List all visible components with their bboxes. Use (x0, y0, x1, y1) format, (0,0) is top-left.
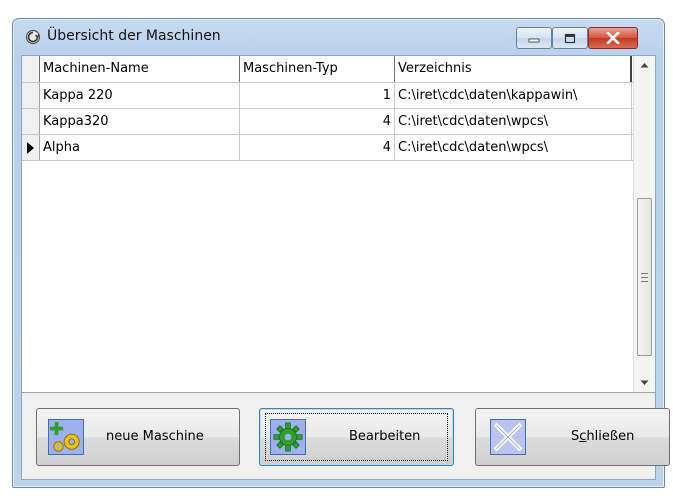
close-x-icon (490, 419, 526, 455)
cell-machine-type[interactable]: 4 (240, 135, 395, 160)
scroll-down-arrow-icon (640, 380, 649, 385)
maximize-icon (564, 33, 576, 43)
cell-machine-name[interactable]: Kappa320 (40, 109, 240, 134)
header-indicator-cell (22, 56, 40, 82)
vertical-scrollbar[interactable] (633, 56, 655, 392)
title-bar[interactable]: Übersicht der Maschinen (13, 19, 664, 55)
new-machine-button[interactable]: neue Maschine (36, 408, 240, 466)
column-header-name[interactable]: Machinen-Name (40, 56, 240, 82)
add-gears-icon (48, 419, 84, 455)
app-cycle-icon (25, 29, 41, 45)
scroll-down-button[interactable] (634, 374, 655, 392)
minimize-button[interactable] (516, 27, 552, 49)
cell-machine-name[interactable]: Kappa 220 (40, 83, 240, 108)
close-label-end: hließen (586, 429, 635, 444)
client-area: Machinen-Name Maschinen-Typ Verzeichnis … (21, 55, 670, 480)
cell-machine-name[interactable]: Alpha (40, 135, 240, 160)
machines-grid-panel: Machinen-Name Maschinen-Typ Verzeichnis … (22, 56, 655, 393)
scrollbar-grip-icon (641, 272, 648, 282)
minimize-icon (528, 38, 540, 43)
window-title: Übersicht der Maschinen (47, 28, 221, 44)
close-window-button[interactable] (588, 27, 638, 49)
machines-grid[interactable]: Machinen-Name Maschinen-Typ Verzeichnis … (22, 56, 634, 161)
focus-rectangle (265, 413, 448, 461)
row-indicator[interactable] (22, 109, 40, 134)
scroll-up-arrow-icon (640, 63, 649, 68)
table-row[interactable]: Kappa 220 1 C:\iret\cdc\daten\kappawin\ (22, 83, 634, 109)
cell-directory[interactable]: C:\iret\cdc\daten\wpcs\ (395, 135, 632, 160)
column-header-type[interactable]: Maschinen-Typ (240, 56, 395, 82)
close-icon (606, 32, 620, 44)
machines-overview-window: Übersicht der Maschinen Machinen-Name Ma… (12, 18, 670, 488)
grid-header-row: Machinen-Name Maschinen-Typ Verzeichnis (22, 56, 634, 83)
close-button[interactable]: Schließen (475, 408, 670, 466)
row-indicator-current[interactable] (22, 135, 40, 160)
table-row[interactable]: Alpha 4 C:\iret\cdc\daten\wpcs\ (22, 135, 634, 161)
scrollbar-thumb[interactable] (637, 198, 652, 356)
column-header-directory[interactable]: Verzeichnis (395, 56, 632, 82)
scroll-up-button[interactable] (634, 56, 655, 74)
cell-machine-type[interactable]: 1 (240, 83, 395, 108)
edit-button[interactable]: Bearbeiten (259, 408, 454, 466)
cell-directory[interactable]: C:\iret\cdc\daten\kappawin\ (395, 83, 632, 108)
cell-directory[interactable]: C:\iret\cdc\daten\wpcs\ (395, 109, 632, 134)
new-machine-label: neue Maschine (106, 429, 204, 444)
close-label: Schließen (571, 429, 634, 444)
table-row[interactable]: Kappa320 4 C:\iret\cdc\daten\wpcs\ (22, 109, 634, 135)
cell-machine-type[interactable]: 4 (240, 109, 395, 134)
row-indicator[interactable] (22, 83, 40, 108)
maximize-button[interactable] (552, 27, 588, 49)
current-row-arrow-icon (27, 142, 34, 154)
